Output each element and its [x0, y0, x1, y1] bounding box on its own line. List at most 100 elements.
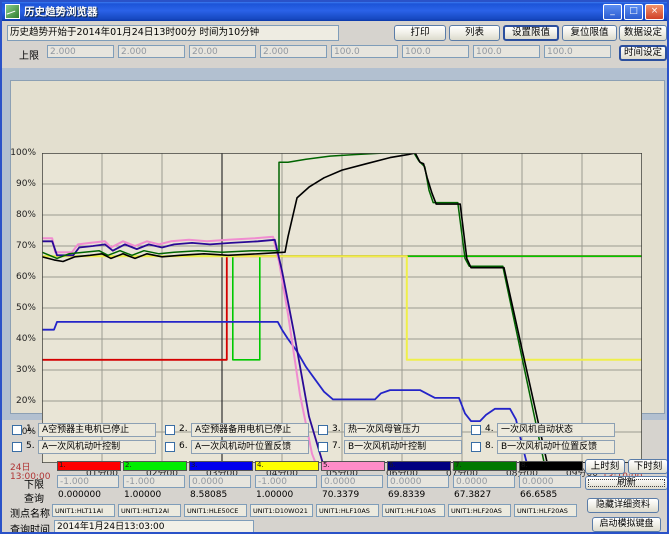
legend-number: 2.	[179, 424, 188, 434]
legend-number: 8.	[485, 441, 494, 451]
color-bar-segment-8: 8.	[519, 461, 583, 471]
legend-item-2: 2. A空预器备用电机已停止	[165, 423, 311, 437]
legend-checkbox-2[interactable]	[165, 425, 175, 435]
y-tick-label: 100%	[2, 148, 36, 158]
query-value-4: 1.00000	[256, 490, 318, 500]
query-value-5: 70.3379	[322, 490, 384, 500]
query-value-8: 66.6585	[520, 490, 582, 500]
legend-checkbox-7[interactable]	[318, 442, 328, 452]
point-name-field-8[interactable]: UNIT1:HLF20AS	[514, 504, 577, 517]
color-bar-segment-4: 4.	[255, 461, 319, 471]
legend-label: 热一次风母管压力	[344, 423, 462, 437]
query-time-field[interactable]: 2014年1月24日13:03:00	[54, 520, 254, 534]
lower-limit-field-8[interactable]: 0.0000	[519, 475, 581, 488]
close-button[interactable]: ×	[645, 4, 664, 20]
y-tick-label: 40%	[2, 334, 36, 344]
reset-limits-button[interactable]: 复位限值	[562, 25, 617, 41]
y-tick-label: 60%	[2, 272, 36, 282]
legend-checkbox-1[interactable]	[12, 425, 22, 435]
upper-limit-label: 上限	[19, 47, 39, 62]
upper-limit-field-7[interactable]: 100.0	[473, 45, 540, 58]
legend-label: 一次风机自动状态	[497, 423, 615, 437]
legend-number: 4.	[485, 424, 494, 434]
upper-limit-fields: 2.000 2.000 20.00 2.000 100.0 100.0 100.0 100.0	[47, 45, 611, 58]
upper-limit-field-5[interactable]: 100.0	[331, 45, 398, 58]
point-name-field-5[interactable]: UNIT1:HLF10AS	[316, 504, 379, 517]
lower-limit-field-2[interactable]: -1.000	[123, 475, 185, 488]
trend-plot-area[interactable]	[42, 153, 642, 463]
query-label: 查询	[24, 490, 44, 505]
refresh-button[interactable]: 刷新	[585, 476, 668, 490]
legend-number: 5.	[26, 441, 35, 451]
legend-checkbox-8[interactable]	[471, 442, 481, 452]
set-limits-button[interactable]: 设置限值	[503, 25, 559, 41]
lower-limit-field-1[interactable]: -1.000	[57, 475, 119, 488]
legend-checkbox-4[interactable]	[471, 425, 481, 435]
query-value-6: 69.8339	[388, 490, 450, 500]
print-button[interactable]: 打印	[394, 25, 446, 41]
history-trend-window: 历史趋势浏览器 _ □ × 历史趋势开始于2014年01月24日13时00分 时…	[0, 0, 669, 534]
legend-number: 6.	[179, 441, 188, 451]
trend-chart-panel: 100%90%80%70%60%50%40%30%20%10% 01分0002分…	[2, 68, 669, 420]
window-title: 历史趋势浏览器	[24, 4, 601, 19]
point-name-field-2[interactable]: UNIT1:HLT12AI	[118, 504, 181, 517]
lower-limit-field-6[interactable]: 0.0000	[387, 475, 449, 488]
hide-details-button[interactable]: 隐藏详细资料	[587, 498, 659, 513]
upper-limit-field-2[interactable]: 2.000	[118, 45, 185, 58]
legend-item-7: 7. B一次风机动叶控制	[318, 440, 464, 454]
lower-limit-label: 下限	[24, 476, 44, 491]
legend-checkbox-5[interactable]	[12, 442, 22, 452]
upper-limit-field-3[interactable]: 20.00	[189, 45, 256, 58]
y-tick-label: 30%	[2, 365, 36, 375]
legend-number: 1.	[26, 424, 35, 434]
next-moment-button[interactable]: 下时刻	[628, 459, 668, 474]
legend-item-8: 8. B一次风机动叶位置反馈	[471, 440, 617, 454]
query-value-1: 0.000000	[58, 490, 120, 500]
point-name-field-6[interactable]: UNIT1:HLF10AS	[382, 504, 445, 517]
legend-label: A一次风机动叶控制	[38, 440, 156, 454]
legend-label: B一次风机动叶位置反馈	[497, 440, 615, 454]
list-button[interactable]: 列表	[449, 25, 500, 41]
upper-limit-field-1[interactable]: 2.000	[47, 45, 114, 58]
y-tick-label: 70%	[2, 241, 36, 251]
lower-limit-fields: -1.000 -1.000 0.0000 -1.000 0.0000 0.0000 0.00…	[57, 475, 581, 488]
point-name-field-7[interactable]: UNIT1:HLF20AS	[448, 504, 511, 517]
minimize-button[interactable]: _	[603, 4, 622, 20]
legend-label: A空预器备用电机已停止	[191, 423, 309, 437]
legend-number: 7.	[332, 441, 341, 451]
query-values-row: 0.0000001.000008.580851.0000070.337969.8…	[58, 490, 582, 500]
legend-item-4: 4. 一次风机自动状态	[471, 423, 617, 437]
query-time-label: 查询时间	[10, 521, 50, 534]
legend-label: A空预器主电机已停止	[38, 423, 156, 437]
y-tick-label: 20%	[2, 396, 36, 406]
data-setting-button[interactable]: 数据设定	[619, 25, 667, 41]
legend-item-5: 5. A一次风机动叶控制	[12, 440, 158, 454]
maximize-button[interactable]: □	[624, 4, 643, 20]
legend-checkbox-6[interactable]	[165, 442, 175, 452]
lower-limit-field-7[interactable]: 0.0000	[453, 475, 515, 488]
color-bar-segment-2: 2.	[123, 461, 187, 471]
prev-moment-button[interactable]: 上时刻	[585, 459, 625, 474]
lower-limit-field-4[interactable]: -1.000	[255, 475, 317, 488]
upper-limit-field-8[interactable]: 100.0	[544, 45, 611, 58]
window-titlebar: 历史趋势浏览器 _ □ ×	[2, 2, 667, 21]
sim-keyboard-button[interactable]: 启动模拟键盘	[592, 517, 661, 532]
point-name-field-1[interactable]: UNIT1:HLT11AI	[52, 504, 115, 517]
point-name-field-3[interactable]: UNIT1:HLE50CE	[184, 504, 247, 517]
color-bar-segment-7: 7.	[453, 461, 517, 471]
legend-number: 3.	[332, 424, 341, 434]
lower-limit-field-5[interactable]: 0.0000	[321, 475, 383, 488]
upper-limit-field-6[interactable]: 100.0	[402, 45, 469, 58]
trend-app-icon	[5, 4, 20, 19]
legend-label: A一次风机动叶位置反馈	[191, 440, 309, 454]
legend-checkbox-3[interactable]	[318, 425, 328, 435]
query-value-7: 67.3827	[454, 490, 516, 500]
color-bar-segment-5: 5.	[321, 461, 385, 471]
point-name-fields: UNIT1:HLT11AIUNIT1:HLT12AIUNIT1:HLE50CEU…	[52, 504, 577, 517]
query-value-3: 8.58085	[190, 490, 252, 500]
upper-limit-field-4[interactable]: 2.000	[260, 45, 327, 58]
lower-limit-field-3[interactable]: 0.0000	[189, 475, 251, 488]
point-name-field-4[interactable]: UNIT1:D10WO21	[250, 504, 313, 517]
color-bar-segment-3: 3.	[189, 461, 253, 471]
time-setting-button[interactable]: 时间设定	[619, 45, 667, 61]
